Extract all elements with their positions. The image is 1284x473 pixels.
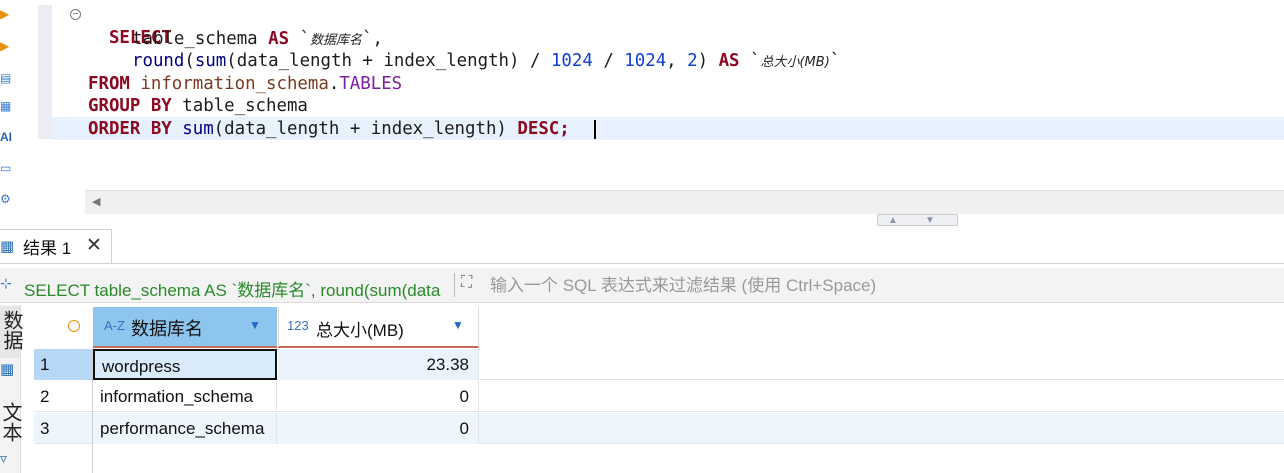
cell-total-size[interactable]: 0 bbox=[278, 413, 479, 444]
schema-name: information_schema bbox=[140, 74, 329, 94]
editor-gutter bbox=[38, 5, 52, 139]
code-line-3[interactable]: round(sum(data_length + index_length) / … bbox=[132, 50, 840, 72]
results-tab-bar bbox=[0, 228, 1284, 264]
editor-results-divider[interactable] bbox=[0, 214, 1284, 228]
editor-left-toolbar: ▶ ▶ ▤ ▦ AI ▭ ⚙ bbox=[0, 0, 16, 215]
operator: + bbox=[362, 51, 373, 71]
sash-down-icon[interactable]: ▼ bbox=[925, 215, 935, 226]
text-type-icon: A-Z bbox=[104, 318, 125, 333]
cell-db-name[interactable]: information_schema bbox=[93, 381, 277, 412]
column-header-label: 总大小(MB) bbox=[316, 321, 404, 340]
grid-icon: ▦ bbox=[0, 238, 15, 255]
cell-total-size[interactable]: 23.38 bbox=[278, 349, 479, 380]
row-number[interactable]: 3 bbox=[34, 413, 92, 444]
number: 1024 bbox=[624, 51, 667, 71]
settings-icon[interactable]: ⚙ bbox=[0, 191, 14, 207]
table-name: TABLES bbox=[339, 74, 403, 94]
code-line-1[interactable]: SELECT bbox=[88, 5, 172, 48]
chevron-down-icon[interactable]: ▿ bbox=[0, 450, 7, 467]
side-tab-data-label[interactable]: 数据 bbox=[0, 310, 26, 350]
code-line-5[interactable]: GROUP BY table_schema bbox=[88, 95, 308, 117]
function-name: sum bbox=[182, 119, 214, 139]
number: 2 bbox=[687, 51, 698, 71]
editor-horizontal-scrollbar[interactable] bbox=[85, 190, 1284, 215]
row-number[interactable]: 1 bbox=[34, 349, 92, 380]
number: 1024 bbox=[550, 51, 593, 71]
punct: . bbox=[328, 74, 340, 94]
query-text: SELECT table_schema AS `数据库名`, round(sum… bbox=[24, 281, 441, 300]
punct: , bbox=[372, 29, 384, 49]
scroll-left-icon[interactable]: ◀ bbox=[92, 195, 100, 208]
keyword: ORDER BY bbox=[88, 119, 172, 139]
punct: ; bbox=[559, 119, 570, 139]
operator: / bbox=[529, 51, 541, 71]
keyword: AS bbox=[718, 51, 740, 71]
identifier: data_length bbox=[224, 119, 340, 139]
number-type-icon: 123 bbox=[287, 318, 309, 333]
sash-up-icon[interactable]: ▲ bbox=[888, 215, 898, 226]
operator: / bbox=[603, 51, 614, 71]
filter-input[interactable] bbox=[490, 273, 1270, 299]
keyword: GROUP BY bbox=[88, 96, 172, 116]
alias: 数据库名 bbox=[310, 33, 363, 48]
identifier: data_length bbox=[236, 51, 352, 71]
cell-total-size[interactable]: 0 bbox=[278, 381, 479, 412]
operator: + bbox=[349, 119, 361, 139]
grid-divider bbox=[92, 349, 93, 473]
close-icon[interactable]: ✕ bbox=[86, 234, 102, 257]
function-name: round bbox=[132, 51, 185, 71]
run-icon[interactable]: ▶ bbox=[0, 6, 14, 22]
code-line-2[interactable]: table_schema AS `数据库名`, bbox=[132, 28, 383, 50]
explain-icon[interactable]: ▤ bbox=[0, 70, 14, 86]
keyword: FROM bbox=[88, 74, 130, 94]
code-line-6[interactable]: ORDER BY sum(data_length + index_length)… bbox=[88, 118, 570, 140]
cell-db-name[interactable]: performance_schema bbox=[93, 413, 277, 444]
dropdown-arrow-icon[interactable]: ▼ bbox=[249, 318, 261, 332]
divider bbox=[454, 273, 455, 297]
ai-icon[interactable]: AI bbox=[0, 129, 14, 145]
identifier: table_schema bbox=[132, 29, 258, 49]
code-line-4[interactable]: FROM information_schema.TABLES bbox=[88, 73, 402, 95]
sql-query-icon: ⊹ bbox=[0, 275, 12, 291]
function-name: sum bbox=[194, 51, 227, 71]
row-selector-icon[interactable] bbox=[68, 320, 80, 332]
expand-icon[interactable]: ⛶ bbox=[461, 274, 472, 292]
text-cursor bbox=[594, 120, 596, 139]
keyword: AS bbox=[268, 29, 290, 49]
keyword: DESC bbox=[517, 119, 560, 139]
cell-db-name[interactable]: wordpress bbox=[93, 349, 277, 380]
side-tab-text-label[interactable]: 文本 bbox=[0, 402, 25, 442]
identifier: index_length bbox=[383, 51, 510, 71]
dropdown-arrow-icon[interactable]: ▼ bbox=[452, 318, 464, 332]
identifier: index_length bbox=[370, 119, 497, 139]
history-icon[interactable]: ▦ bbox=[0, 98, 14, 114]
grid-icon[interactable]: ▦ bbox=[0, 360, 14, 378]
tab-label[interactable]: 结果 1 bbox=[23, 234, 71, 259]
identifier: table_schema bbox=[182, 96, 308, 116]
folder-icon[interactable]: ▭ bbox=[0, 160, 14, 176]
alias: 总大小(MB) bbox=[760, 55, 830, 70]
fold-icon[interactable]: − bbox=[70, 9, 81, 20]
row-number[interactable]: 2 bbox=[34, 381, 92, 412]
column-header-label: 数据库名 bbox=[131, 319, 203, 339]
run-script-icon[interactable]: ▶ bbox=[0, 38, 14, 54]
